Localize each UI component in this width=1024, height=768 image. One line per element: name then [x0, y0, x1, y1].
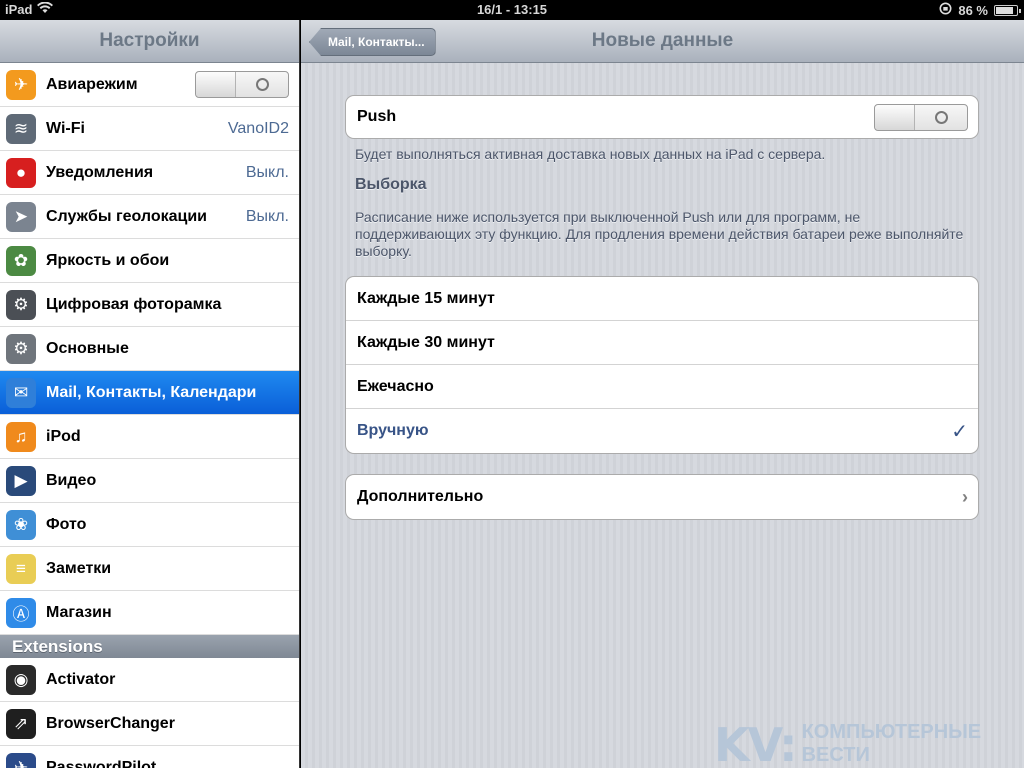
fetch-option-row[interactable]: Ежечасно: [346, 365, 978, 409]
sidebar-item-label: Видео: [46, 471, 97, 489]
toggle-off-icon: [256, 78, 269, 91]
extensions-list: ◉ Activator ⇗ BrowserChanger ✈ PasswordPilot: [0, 658, 299, 768]
sidebar-item-value: Выкл.: [245, 163, 289, 181]
wifi-icon: ≋: [6, 113, 36, 144]
airplane-icon: ✈: [6, 69, 36, 100]
sidebar-item-value: VanoID2: [227, 119, 289, 137]
advanced-label: Дополнительно: [357, 488, 484, 505]
sidebar-item[interactable]: ≋ Wi-Fi VanoID2: [0, 107, 299, 151]
sidebar-item[interactable]: ✈ Авиарежим: [0, 63, 299, 107]
sidebar-item[interactable]: ● Уведомления Выкл.: [0, 151, 299, 195]
sidebar-title: Настройки: [0, 20, 299, 63]
location-icon: ➤: [6, 201, 36, 232]
toggle-knob: [196, 72, 236, 97]
battery-icon: [994, 4, 1021, 16]
sidebar-item[interactable]: ♫ iPod: [0, 415, 299, 459]
push-note: Будет выполняться активная доставка новы…: [355, 146, 826, 162]
brightness-wallpaper-icon: ✿: [6, 245, 36, 276]
fetch-note: Расписание ниже используется при выключе…: [355, 209, 964, 259]
sidebar-item[interactable]: ⚙ Основные: [0, 327, 299, 371]
sidebar-item-label: iPod: [46, 427, 81, 445]
extension-item[interactable]: ✈ PasswordPilot: [0, 746, 299, 768]
battery-percent: 86 %: [958, 2, 988, 18]
settings-sidebar: Настройки ✈ Авиарежим ≋ Wi-Fi VanoID2 ● Уведом…: [0, 20, 300, 768]
sidebar-item[interactable]: ✉ Mail, Контакты, Календари: [0, 371, 299, 415]
notifications-icon: ●: [6, 157, 36, 188]
status-bar: iPad 16/1 - 13:15 86 %: [0, 0, 1024, 20]
push-label: Push: [357, 108, 397, 125]
sidebar-item-label: Авиарежим: [46, 75, 138, 93]
sidebar-item-label: Mail, Контакты, Календари: [46, 383, 257, 401]
fetch-option-row[interactable]: Каждые 30 минут: [346, 321, 978, 365]
activator-icon: ◉: [6, 664, 36, 695]
toggle-off-icon: [935, 110, 948, 124]
store-icon: Ⓐ: [6, 597, 36, 628]
status-time: 16/1 - 13:15: [476, 2, 548, 17]
extension-item-label: BrowserChanger: [46, 714, 175, 732]
browserchanger-icon: ⇗: [6, 708, 36, 739]
fetch-option-row[interactable]: Каждые 15 минут: [346, 277, 978, 321]
advanced-row[interactable]: Дополнительно ›: [346, 475, 978, 519]
extensions-header: Extensions: [0, 635, 299, 658]
passwordpilot-icon: ✈: [6, 752, 36, 768]
ipod-icon: ♫: [6, 421, 36, 452]
sidebar-item-label: Заметки: [46, 559, 112, 577]
sidebar-item-label: Магазин: [46, 603, 112, 621]
watermark-text: КОМПЬЮТЕРНЫЕ ВЕСТИ: [802, 722, 982, 768]
sidebar-item[interactable]: ▶ Видео: [0, 459, 299, 503]
checkmark-icon: ✓: [951, 420, 968, 443]
sidebar-item-value: Выкл.: [245, 207, 289, 225]
fetch-option-row[interactable]: Вручную ✓: [346, 409, 978, 453]
sidebar-item-label: Службы геолокации: [46, 207, 208, 225]
detail-header: Mail, Контакты... Новые данные: [301, 20, 1024, 63]
watermark: KV: КОМПЬЮТЕРНЫЕ ВЕСТИ: [714, 716, 1024, 768]
sidebar-item-label: Основные: [46, 339, 129, 357]
push-group: Push: [345, 95, 979, 139]
gear-icon: ⚙: [6, 333, 36, 364]
picture-frame-icon: ⚙: [6, 289, 36, 320]
push-row: Push: [346, 96, 978, 138]
sidebar-list: ✈ Авиарежим ≋ Wi-Fi VanoID2 ● Уведомления Выкл.…: [0, 63, 299, 635]
extension-item[interactable]: ◉ Activator: [0, 658, 299, 702]
rotation-lock-icon: [939, 2, 952, 18]
sidebar-item-label: Цифровая фоторамка: [46, 295, 222, 313]
fetch-option-label: Каждые 30 минут: [357, 333, 495, 351]
fetch-options-group: Каждые 15 минут Каждые 30 минут Ежечасно Вр…: [345, 276, 979, 454]
battery-fill: [996, 6, 1013, 14]
sidebar-item-label: Яркость и обои: [46, 251, 170, 269]
airplane-mode-toggle[interactable]: [195, 71, 289, 98]
fetch-option-label: Вручную: [357, 422, 429, 439]
sidebar-item-label: Уведомления: [46, 163, 154, 181]
page-title: Новые данные: [591, 30, 734, 51]
advanced-group: Дополнительно ›: [345, 474, 979, 520]
chevron-right-icon: ›: [962, 486, 968, 507]
push-toggle-knob: [875, 104, 915, 130]
sidebar-item[interactable]: ❀ Фото: [0, 503, 299, 547]
sidebar-item-label: Wi-Fi: [46, 119, 85, 137]
extension-item-label: Activator: [46, 670, 116, 688]
sidebar-item-label: Фото: [46, 515, 87, 533]
push-toggle[interactable]: [874, 103, 968, 131]
sidebar-item[interactable]: ➤ Службы геолокации Выкл.: [0, 195, 299, 239]
sidebar-item[interactable]: Ⓐ Магазин: [0, 591, 299, 635]
fetch-option-label: Ежечасно: [357, 377, 434, 395]
extension-item-label: PasswordPilot: [46, 758, 157, 768]
video-icon: ▶: [6, 465, 36, 496]
fetch-option-label: Каждые 15 минут: [357, 289, 495, 307]
sidebar-item[interactable]: ✿ Яркость и обои: [0, 239, 299, 283]
extension-item[interactable]: ⇗ BrowserChanger: [0, 702, 299, 746]
mail-icon: ✉: [6, 377, 36, 408]
watermark-line-2: ВЕСТИ: [801, 744, 870, 766]
fetch-heading: Выборка: [355, 176, 427, 193]
detail-pane: Mail, Контакты... Новые данные Push Буде…: [301, 20, 1024, 768]
sidebar-item[interactable]: ⚙ Цифровая фоторамка: [0, 283, 299, 327]
watermark-logo: KV:: [714, 718, 798, 768]
notes-icon: ≡: [6, 553, 36, 584]
watermark-line-1: КОМПЬЮТЕРНЫЕ: [801, 721, 982, 743]
photos-icon: ❀: [6, 509, 36, 540]
sidebar-item[interactable]: ≡ Заметки: [0, 547, 299, 591]
